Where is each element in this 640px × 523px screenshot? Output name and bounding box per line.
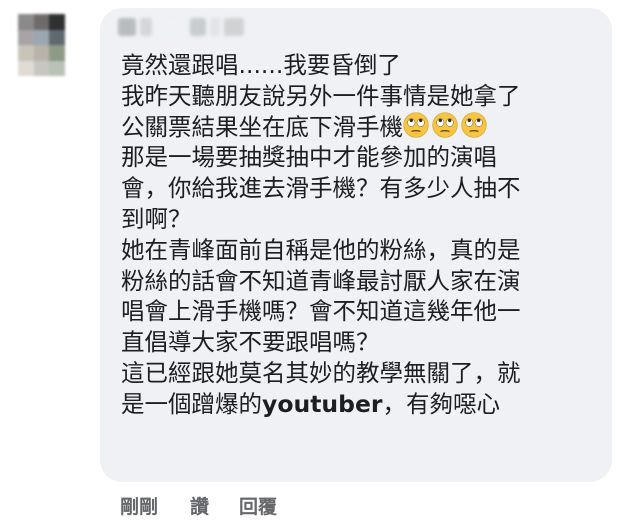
comment-line: 公關票結果坐在底下滑手機 (121, 112, 403, 141)
comment-line: 是一個蹭爆的 (121, 389, 262, 418)
comment-line: 這已經跟她莫名其妙的教學無關了，就 (121, 358, 521, 387)
like-button[interactable]: 讚 (190, 492, 209, 519)
comment-screen: 竟然還跟唱......我要昏倒了 我昨天聽朋友說另外一件事情是她拿了 公關票結果… (0, 0, 640, 523)
comment-line: 粉絲的話會不知道青峰最討厭人家在演 (121, 266, 521, 295)
comment-line: 她在青峰面前自稱是他的粉絲，真的是 (121, 235, 521, 264)
rolling-eyes-icon (432, 111, 458, 138)
emoji-group (403, 111, 487, 138)
comment-timestamp[interactable]: 剛剛 (120, 492, 190, 519)
rolling-eyes-icon (461, 111, 487, 138)
comment-line: 我昨天聽朋友說另外一件事情是她拿了 (121, 81, 521, 110)
youtuber-word: youtuber (262, 389, 383, 418)
commenter-name-redacted[interactable] (118, 18, 244, 40)
comment-line: 直倡導大家不要跟唱嗎？ (121, 328, 380, 357)
comment-line: 到啊？ (121, 204, 192, 233)
comment-text: 竟然還跟唱......我要昏倒了 我昨天聽朋友說另外一件事情是她拿了 公關票結果… (121, 50, 601, 420)
comment-line-tail: ，有夠噁心 (382, 389, 501, 418)
comment-actions: 剛剛 讚 回覆 (120, 492, 307, 519)
reply-button[interactable]: 回覆 (239, 492, 277, 519)
avatar[interactable] (18, 14, 80, 76)
comment-line: 竟然還跟唱......我要昏倒了 (121, 51, 401, 79)
comment-line: 那是一場要抽獎抽中才能參加的演唱 (121, 143, 497, 172)
comment-line: 會，你給我進去滑手機？有多少人抽不 (121, 174, 521, 203)
comment-line: 唱會上滑手機嗎？會不知道這幾年他一 (121, 297, 521, 326)
rolling-eyes-icon (403, 111, 429, 138)
